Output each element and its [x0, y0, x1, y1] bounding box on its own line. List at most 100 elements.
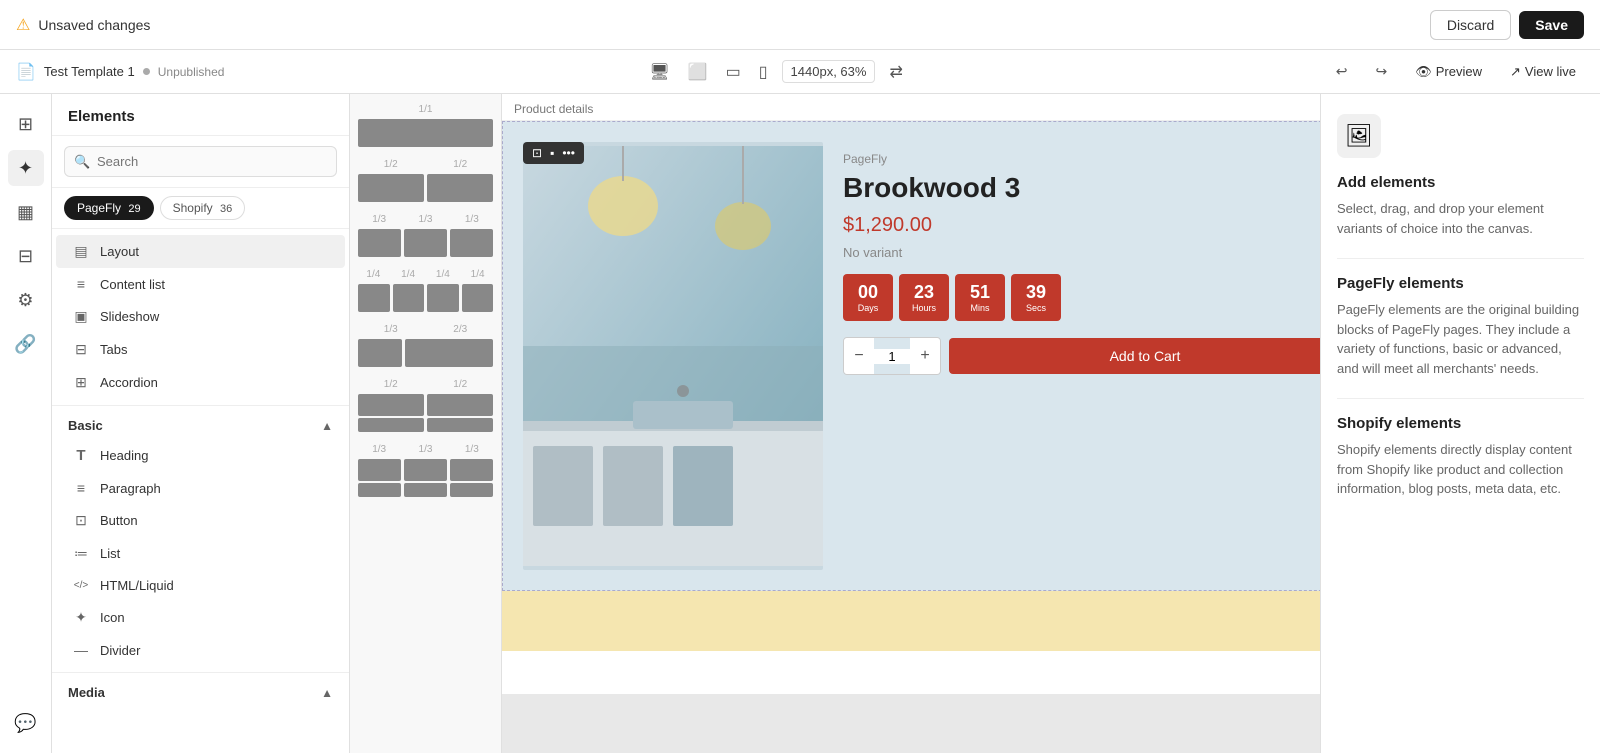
icon-icon: ✦ — [72, 609, 90, 626]
mobile-device-button[interactable]: ▯ — [755, 58, 772, 86]
swap-icon[interactable]: ⇄ — [885, 58, 906, 86]
element-item-paragraph[interactable]: ≡ Paragraph — [56, 472, 345, 504]
product-title: Brookwood 3 — [843, 172, 1320, 204]
layout-item-1-3-2-3[interactable]: 1/32/3 — [358, 324, 493, 367]
filter-tabs: PageFly 29 Shopify 36 — [52, 188, 349, 229]
search-input[interactable] — [64, 146, 337, 177]
unsaved-label: Unsaved changes — [38, 17, 150, 33]
element-item-icon[interactable]: ✦ Icon — [56, 601, 345, 634]
element-label-paragraph: Paragraph — [100, 481, 161, 496]
countdown-days-label: Days — [853, 303, 883, 313]
countdown-hours-label: Hours — [909, 303, 939, 313]
slideshow-icon: ▣ — [72, 308, 90, 325]
top-bar-left: ⚠ Unsaved changes — [16, 15, 150, 35]
add-to-cart-row: − + Add to Cart — [843, 337, 1320, 375]
template-name: Test Template 1 — [44, 64, 135, 79]
second-bar-right: ↩ ↪ 👁 Preview ↗ View live — [1328, 59, 1584, 84]
right-panel-icon: 🖼 — [1337, 114, 1381, 158]
countdown-secs-label: Secs — [1021, 303, 1051, 313]
element-item-layout[interactable]: ▤ Layout — [56, 235, 345, 268]
product-details-section: ⊡ ▪ ••• — [502, 121, 1320, 591]
element-item-slideshow[interactable]: ▣ Slideshow — [56, 300, 345, 333]
canvas-toolbar-icon2[interactable]: ▪ — [547, 145, 557, 161]
layout-item-1-3[interactable]: 1/31/31/3 — [358, 214, 493, 257]
template-doc-icon: 📄 — [16, 62, 36, 82]
filter-tab-pagefly-count: 29 — [128, 203, 140, 215]
list-icon: ≔ — [72, 545, 90, 562]
heading-icon: T — [72, 447, 90, 464]
sidebar-icon-chat[interactable]: 💬 — [8, 705, 44, 741]
layout-panel: 1/1 1/21/2 1/31/31/3 1/41/41/41/4 — [350, 94, 502, 753]
view-live-button[interactable]: ↗ View live — [1502, 60, 1584, 84]
elements-panel: Elements 🔍 PageFly 29 Shopify 36 ▤ Layou… — [52, 94, 350, 753]
warning-icon: ⚠ — [16, 15, 30, 35]
sidebar-icon-dashboard[interactable]: ⊞ — [8, 106, 44, 142]
icon-sidebar: ⊞ ✦ ▦ ⊟ ⚙ 🔗 💬 — [0, 94, 52, 753]
element-item-content-list[interactable]: ≡ Content list — [56, 268, 345, 300]
section-media-toggle[interactable]: Media ▲ — [52, 679, 349, 706]
filter-tab-shopify-label: Shopify — [173, 201, 213, 215]
layout-icon: ▤ — [72, 243, 90, 260]
redo-button[interactable]: ↪ — [1368, 59, 1396, 84]
second-bar-left: 📄 Test Template 1 Unpublished — [16, 62, 224, 82]
right-panel: 🖼 Add elements Select, drag, and drop yo… — [1320, 94, 1600, 753]
tablet-device-button[interactable]: ▭ — [722, 58, 745, 86]
status-label: Unpublished — [158, 65, 225, 79]
qty-increase-button[interactable]: + — [910, 338, 940, 374]
pagefly-elements-desc: PageFly elements are the original buildi… — [1337, 300, 1584, 378]
element-item-accordion[interactable]: ⊞ Accordion — [56, 366, 345, 399]
element-item-list[interactable]: ≔ List — [56, 537, 345, 570]
countdown-hours: 23 Hours — [899, 274, 949, 321]
section-basic-chevron: ▲ — [321, 419, 333, 433]
element-item-divider[interactable]: — Divider — [56, 634, 345, 666]
sidebar-icon-apps[interactable]: ▦ — [8, 194, 44, 230]
main-layout: ⊞ ✦ ▦ ⊟ ⚙ 🔗 💬 Elements 🔍 PageFly 29 Shop… — [0, 94, 1600, 753]
layout-item-1-2-double[interactable]: 1/21/2 — [358, 379, 493, 432]
section-basic-items: T Heading ≡ Paragraph ⊡ Button ≔ List </… — [52, 439, 349, 666]
status-dot — [143, 68, 150, 75]
undo-button[interactable]: ↩ — [1328, 59, 1356, 84]
sidebar-icon-elements[interactable]: ✦ — [8, 150, 44, 186]
preview-button[interactable]: 👁 Preview — [1407, 60, 1490, 84]
element-label-layout: Layout — [100, 244, 139, 259]
element-label-heading: Heading — [100, 448, 148, 463]
sidebar-icon-link[interactable]: 🔗 — [8, 326, 44, 362]
search-icon: 🔍 — [74, 154, 90, 170]
element-item-html[interactable]: </> HTML/Liquid — [56, 570, 345, 601]
canvas: Product details ⊡ ▪ ••• — [502, 94, 1320, 753]
canvas-toolbar-overlay: ⊡ ▪ ••• — [523, 142, 584, 164]
external-icon: ↗ — [1510, 64, 1521, 80]
layout-item-1-1[interactable]: 1/1 — [358, 104, 493, 147]
add-elements-title: Add elements — [1337, 174, 1584, 191]
sidebar-icon-store[interactable]: ⊟ — [8, 238, 44, 274]
product-variant: No variant — [843, 245, 1320, 260]
section-basic-toggle[interactable]: Basic ▲ — [52, 412, 349, 439]
save-button[interactable]: Save — [1519, 11, 1584, 39]
filter-tab-shopify[interactable]: Shopify 36 — [160, 196, 246, 220]
yellow-section — [502, 591, 1320, 651]
filter-tab-pagefly[interactable]: PageFly 29 — [64, 196, 154, 220]
element-item-button[interactable]: ⊡ Button — [56, 504, 345, 537]
qty-decrease-button[interactable]: − — [844, 338, 874, 374]
desktop-device-button[interactable]: 🖥 — [645, 58, 673, 86]
element-label-list: List — [100, 546, 120, 561]
add-to-cart-button[interactable]: Add to Cart — [949, 338, 1320, 374]
canvas-toolbar-icon3[interactable]: ••• — [559, 145, 578, 161]
pagefly-elements-title: PageFly elements — [1337, 275, 1584, 292]
element-item-heading[interactable]: T Heading — [56, 439, 345, 472]
element-label-content-list: Content list — [100, 277, 165, 292]
layout-item-1-3-triple[interactable]: 1/31/31/3 — [358, 444, 493, 497]
accordion-icon: ⊞ — [72, 374, 90, 391]
countdown-days: 00 Days — [843, 274, 893, 321]
countdown-days-num: 00 — [853, 282, 883, 303]
search-wrap: 🔍 — [64, 146, 337, 177]
qty-input[interactable] — [874, 349, 910, 364]
discard-button[interactable]: Discard — [1430, 10, 1511, 40]
layout-item-1-4[interactable]: 1/41/41/41/4 — [358, 269, 493, 312]
sidebar-icon-settings[interactable]: ⚙ — [8, 282, 44, 318]
element-item-tabs[interactable]: ⊟ Tabs — [56, 333, 345, 366]
elements-panel-title: Elements — [52, 94, 349, 136]
laptop-device-button[interactable]: ⬜ — [684, 58, 712, 86]
layout-item-1-2[interactable]: 1/21/2 — [358, 159, 493, 202]
canvas-toolbar-icon1[interactable]: ⊡ — [529, 145, 545, 161]
